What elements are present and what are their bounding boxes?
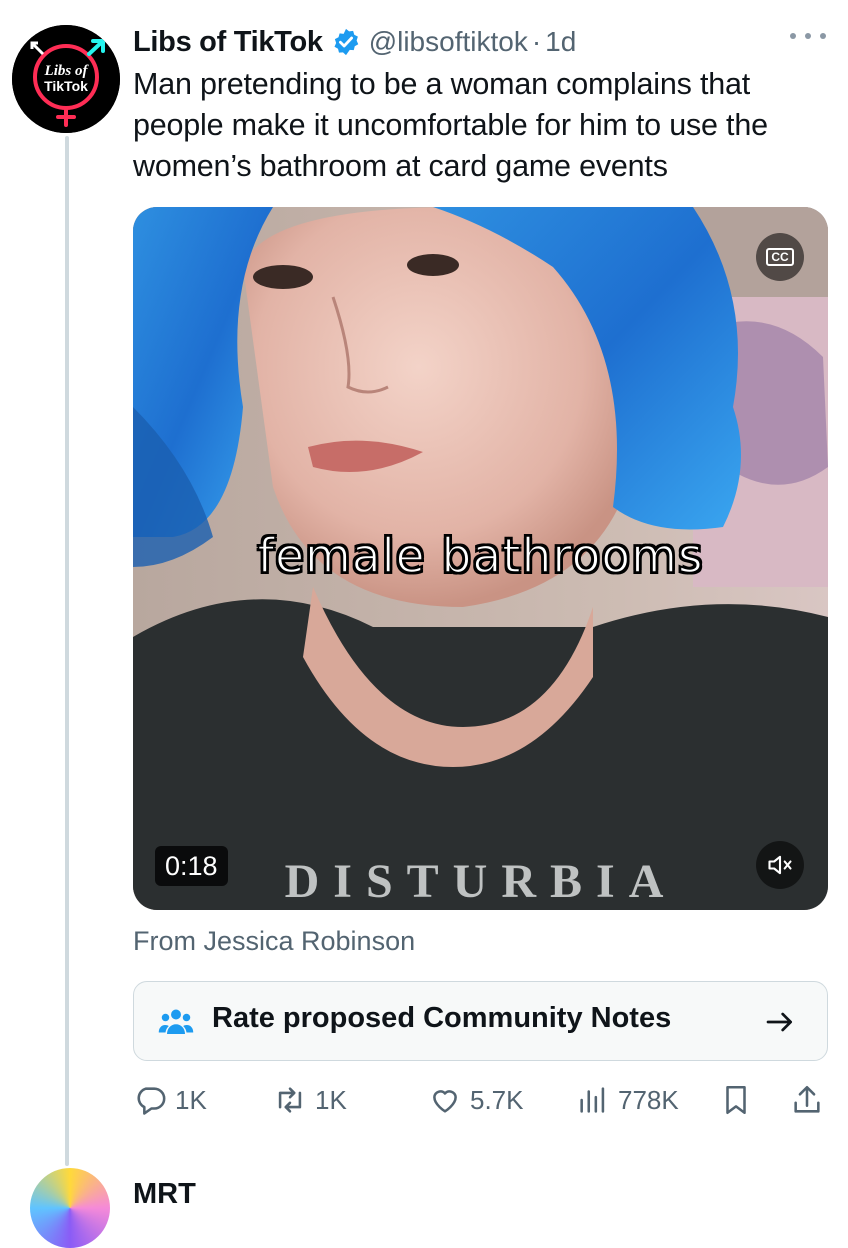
display-name[interactable]: Libs of TikTok (133, 26, 323, 59)
heart-icon (433, 1090, 457, 1113)
reply-count: 1K (175, 1084, 207, 1115)
video-player[interactable]: DISTURBIA female bathrooms CC 0:18 (133, 207, 828, 910)
retweet-count: 1K (315, 1084, 347, 1115)
like-count: 5.7K (470, 1084, 524, 1115)
avatar[interactable]: Libs of TikTok (12, 25, 120, 133)
reply-icon (137, 1087, 166, 1115)
svg-text:TikTok: TikTok (44, 78, 88, 94)
thread-line (65, 136, 69, 1166)
more-dots-icon[interactable] (790, 26, 826, 46)
arrow-right-icon (766, 1012, 792, 1032)
community-notes-button[interactable]: Rate proposed Community Notes (133, 981, 828, 1061)
svg-text:Libs of: Libs of (44, 63, 90, 79)
views-button[interactable]: 778K (576, 1080, 679, 1120)
community-notes-label: Rate proposed Community Notes (212, 1002, 672, 1034)
tweet-header: Libs of TikTok @libsoftiktok · 1d (133, 22, 576, 62)
action-bar: 1K 1K 5.7K 778K (133, 1080, 828, 1120)
captions-button[interactable]: CC (756, 233, 804, 281)
mute-button[interactable] (756, 841, 804, 889)
bookmark-button[interactable] (719, 1080, 761, 1120)
libs-of-tiktok-logo: Libs of TikTok (12, 25, 120, 133)
reply-button[interactable]: 1K (133, 1080, 207, 1120)
retweet-button[interactable]: 1K (273, 1080, 347, 1120)
retweet-icon (278, 1087, 302, 1113)
people-icon (158, 1009, 194, 1034)
video-caption: female bathrooms (257, 528, 704, 585)
bookmark-icon (726, 1085, 746, 1115)
video-duration: 0:18 (155, 846, 228, 886)
views-chart-icon (580, 1087, 605, 1113)
share-icon (794, 1085, 820, 1113)
next-tweet-display-name[interactable]: MRT (133, 1178, 196, 1211)
handle[interactable]: @libsoftiktok (369, 26, 528, 58)
svg-text:DISTURBIA: DISTURBIA (285, 855, 678, 908)
verified-badge-icon (334, 28, 358, 56)
next-tweet-avatar[interactable] (30, 1168, 110, 1248)
like-button[interactable]: 5.7K (428, 1080, 524, 1120)
media-source[interactable]: From Jessica Robinson (133, 926, 415, 957)
separator: · (531, 26, 542, 57)
cc-icon: CC (766, 248, 794, 266)
tweet-text: Man pretending to be a woman complains t… (133, 67, 768, 183)
timestamp[interactable]: 1d (545, 26, 576, 58)
share-button[interactable] (790, 1080, 832, 1120)
view-count: 778K (618, 1084, 679, 1115)
muted-speaker-icon (768, 855, 792, 875)
